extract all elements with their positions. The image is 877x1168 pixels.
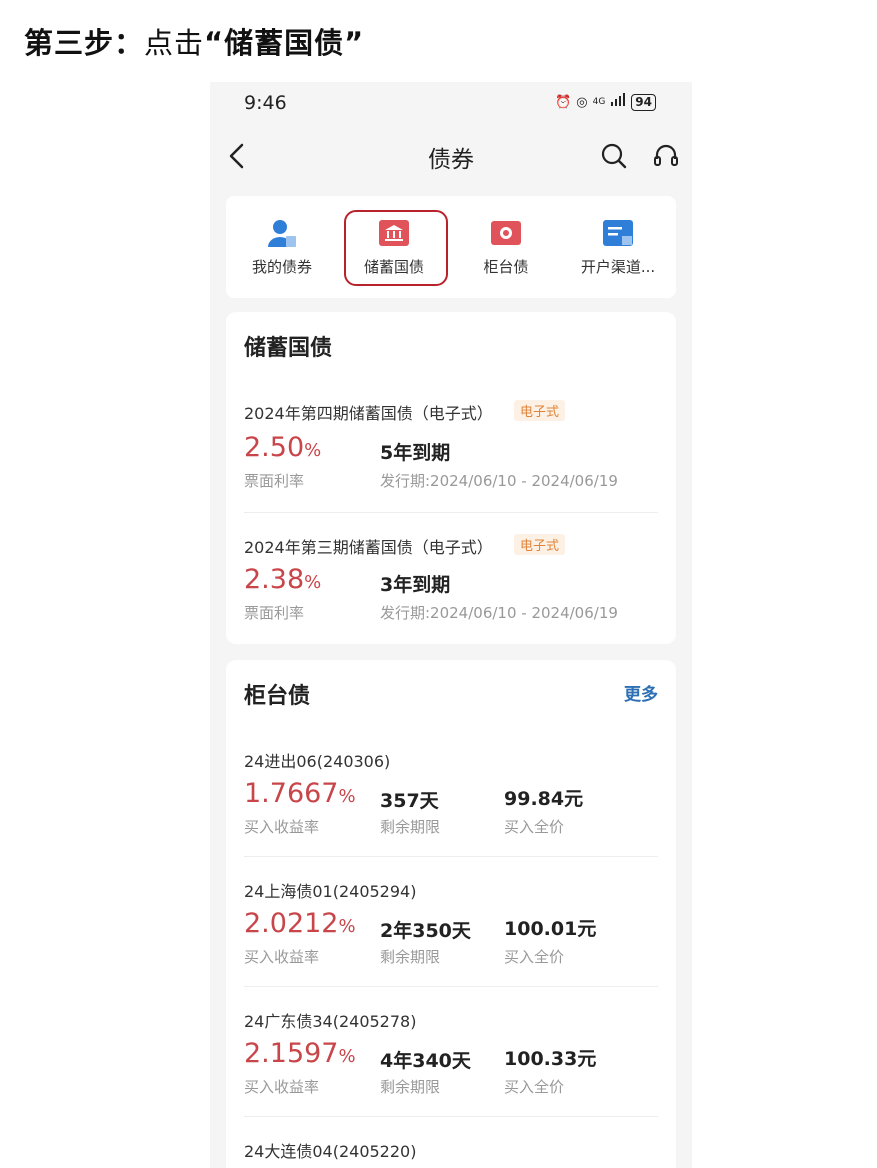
ticket-icon xyxy=(490,218,522,248)
remaining-term: 357天 xyxy=(380,790,439,812)
menu-card: 我的债券 储蓄国债 柜台债 开户渠道... xyxy=(226,196,676,298)
menu-label: 柜台债 xyxy=(483,258,529,276)
rate-value: 2.0212 xyxy=(244,908,339,939)
remaining-term: 2年350天 xyxy=(380,920,471,942)
headset-icon[interactable] xyxy=(652,142,680,170)
buy-price: 99.84元 xyxy=(504,788,584,810)
remaining-term: 4年340天 xyxy=(380,1050,471,1072)
price-label: 买入全价 xyxy=(504,948,565,966)
issue-period: 发行期:2024/06/10 - 2024/06/19 xyxy=(380,604,618,622)
yield-label: 买入收益率 xyxy=(244,1078,320,1096)
phone-screen: 9:46 ⏰ ◎ 4G 94 债券 我的债券 储蓄国债 柜台债 开户渠道... … xyxy=(210,82,692,1168)
alarm-icon: ⏰ xyxy=(555,94,572,110)
type-badge: 电子式 xyxy=(514,400,566,421)
bond-name: 24广东债34(2405278) xyxy=(244,1012,417,1031)
buy-yield: 1.7667% xyxy=(244,778,356,809)
menu-account-channels[interactable]: 开户渠道... xyxy=(562,196,674,298)
instruction-prefix: 第三步： xyxy=(24,26,145,60)
highlight-box xyxy=(344,210,448,286)
signal-icon xyxy=(610,93,626,111)
coupon-rate: 2.50% xyxy=(244,432,321,463)
rate-value: 2.50 xyxy=(244,432,305,463)
instruction-title: 第三步：点击“储蓄国债” xyxy=(24,20,364,62)
rate-unit: % xyxy=(304,440,322,461)
buy-price: 100.33元 xyxy=(504,1048,597,1070)
price-label: 买入全价 xyxy=(504,1078,565,1096)
buy-price: 100.01元 xyxy=(504,918,597,940)
bond-name: 24进出06(240306) xyxy=(244,752,391,771)
instruction-action: 点击 xyxy=(144,26,205,60)
type-badge: 电子式 xyxy=(514,534,566,555)
instruction-target: “储蓄国债” xyxy=(204,26,365,60)
rate-unit: % xyxy=(338,1046,356,1067)
status-icons: ⏰ ◎ 4G 94 xyxy=(555,93,656,111)
issue-period: 发行期:2024/06/10 - 2024/06/19 xyxy=(380,472,618,490)
divider xyxy=(244,1116,658,1117)
term-label: 剩余期限 xyxy=(380,1078,441,1096)
term-label: 剩余期限 xyxy=(380,948,441,966)
rate-value: 2.38 xyxy=(244,564,305,595)
menu-counter-bonds[interactable]: 柜台债 xyxy=(450,196,562,298)
rate-value: 2.1597 xyxy=(244,1038,339,1069)
rate-unit: % xyxy=(338,916,356,937)
counter-bonds-card: 柜台债 更多 24进出06(240306) 1.7667% 357天 99.84… xyxy=(226,660,676,1168)
buy-yield: 2.0212% xyxy=(244,908,356,939)
coupon-rate: 2.38% xyxy=(244,564,321,595)
yield-label: 买入收益率 xyxy=(244,818,320,836)
section-title: 储蓄国债 xyxy=(244,336,333,361)
rate-label: 票面利率 xyxy=(244,604,305,622)
term-value: 3年到期 xyxy=(380,574,451,596)
menu-label: 开户渠道... xyxy=(580,258,656,276)
divider xyxy=(244,512,658,513)
menu-my-bonds[interactable]: 我的债券 xyxy=(226,196,338,298)
status-bar: 9:46 ⏰ ◎ 4G 94 xyxy=(210,82,692,126)
bond-name: 24上海债01(2405294) xyxy=(244,882,417,901)
more-link[interactable]: 更多 xyxy=(624,680,658,705)
bond-name: 2024年第四期储蓄国债（电子式） xyxy=(244,404,493,423)
rate-unit: % xyxy=(304,572,322,593)
rate-label: 票面利率 xyxy=(244,472,305,490)
yield-label: 买入收益率 xyxy=(244,948,320,966)
search-icon[interactable] xyxy=(600,142,628,170)
network-label: 4G xyxy=(592,97,606,107)
term-label: 剩余期限 xyxy=(380,818,441,836)
term-value: 5年到期 xyxy=(380,442,451,464)
status-time: 9:46 xyxy=(244,92,287,114)
bond-name: 24大连债04(2405220) xyxy=(244,1142,417,1161)
divider xyxy=(244,986,658,987)
divider xyxy=(244,856,658,857)
battery-indicator: 94 xyxy=(631,93,656,111)
savings-bonds-card: 储蓄国债 2024年第四期储蓄国债（电子式） 电子式 2.50% 5年到期 票面… xyxy=(226,312,676,644)
card-icon xyxy=(602,218,634,248)
price-label: 买入全价 xyxy=(504,818,565,836)
rate-value: 1.7667 xyxy=(244,778,339,809)
menu-label: 我的债券 xyxy=(251,258,312,276)
rate-unit: % xyxy=(338,786,356,807)
nav-bar: 债券 xyxy=(210,132,692,180)
person-icon xyxy=(266,218,298,248)
buy-yield: 2.1597% xyxy=(244,1038,356,1069)
bond-name: 2024年第三期储蓄国债（电子式） xyxy=(244,538,493,557)
hotspot-icon: ◎ xyxy=(576,94,588,110)
section-title: 柜台债 xyxy=(244,684,311,709)
